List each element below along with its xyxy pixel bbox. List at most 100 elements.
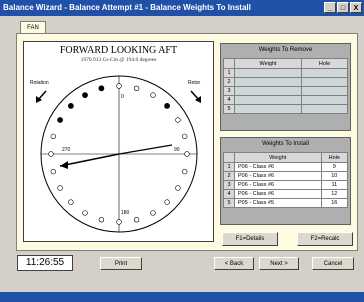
balance-hole [150, 210, 156, 216]
title-bar: Balance Wizard - Balance Attempt #1 - Ba… [0, 0, 364, 16]
hole-cell[interactable] [301, 77, 348, 87]
rotor-label: Rotor [188, 80, 201, 86]
row-index: 1 [223, 68, 235, 78]
row-index: 3 [223, 180, 235, 190]
row-index: 2 [223, 77, 235, 87]
hole-cell[interactable] [301, 104, 348, 114]
vector-line-left [59, 153, 120, 167]
hole-cell[interactable] [301, 95, 348, 105]
hole-cell[interactable]: 16 [320, 198, 349, 208]
column-header-index [223, 58, 235, 69]
balance-hole [133, 217, 140, 223]
row-index: 5 [223, 104, 235, 114]
weights-to-remove-title: Weights To Remove [258, 47, 313, 53]
table-row[interactable]: 2 P06 - Class #6 10 [223, 171, 349, 181]
column-header-hole: Hole [320, 152, 349, 163]
next-button[interactable]: Next > [259, 257, 299, 270]
print-button[interactable]: Print [100, 257, 142, 270]
weight-cell[interactable] [233, 68, 303, 78]
balance-hole [98, 217, 105, 223]
position-180: 180 [121, 210, 130, 216]
row-index: 1 [223, 162, 235, 172]
weight-cell[interactable]: P06 - Class #6 [234, 180, 322, 190]
window-title: Balance Wizard - Balance Attempt #1 - Ba… [3, 3, 251, 12]
table-row[interactable]: 1 P06 - Class #6 9 [223, 162, 349, 172]
taskbar-strip [0, 292, 364, 302]
table-row[interactable]: 3 [223, 86, 348, 96]
weight-cell[interactable]: P06 - Class #6 [234, 162, 322, 172]
installed-weight-hole [82, 92, 88, 98]
table-row[interactable]: 4 [223, 95, 348, 105]
row-index: 3 [223, 86, 235, 96]
hole-cell[interactable]: 11 [320, 180, 349, 190]
weight-cell[interactable] [233, 104, 303, 114]
balance-hole [116, 219, 122, 225]
minimize-button[interactable]: _ [324, 2, 336, 13]
table-row[interactable]: 5 P05 - Class #5 16 [223, 198, 349, 208]
recalc-button[interactable]: F2=Recalc [297, 232, 353, 246]
hole-cell[interactable] [301, 86, 348, 96]
clock-display: 11:26:55 [17, 255, 73, 271]
column-header-hole: Hole [301, 58, 348, 69]
hole-cell[interactable]: 10 [320, 171, 349, 181]
installed-weight-hole [57, 117, 63, 123]
balance-hole [150, 92, 156, 98]
position-270: 270 [62, 147, 71, 153]
balance-hole [164, 199, 170, 205]
weights-to-remove-table: Weight Hole 1 2 3 4 5 [223, 58, 348, 114]
row-index: 4 [223, 189, 235, 199]
column-header-index [223, 152, 235, 163]
balance-hole [175, 117, 181, 123]
balance-hole [175, 185, 181, 191]
weights-to-install-title: Weights To Install [262, 141, 309, 147]
row-index: 5 [223, 198, 235, 208]
window-controls: _ □ X [324, 2, 362, 14]
weight-cell[interactable]: P05 - Class #5 [234, 198, 322, 208]
balance-hole [116, 83, 122, 89]
back-button[interactable]: < Back [214, 257, 254, 270]
hole-cell[interactable]: 9 [320, 162, 349, 172]
weights-to-remove-group: Weights To Remove Weight Hole 1 2 3 4 5 [220, 43, 351, 131]
balance-hole [50, 168, 56, 175]
installed-weight-hole [98, 85, 105, 92]
column-header-weight: Weight [233, 58, 303, 69]
table-row[interactable]: 2 [223, 77, 348, 87]
hole-cell[interactable]: 12 [320, 189, 349, 199]
weights-to-install-table: Weight Hole 1 P06 - Class #6 9 2 P06 - Clas… [223, 152, 349, 208]
row-index: 2 [223, 171, 235, 181]
weight-cell[interactable]: P06 - Class #6 [234, 171, 322, 181]
balance-hole [182, 133, 188, 140]
details-button[interactable]: F1=Details [222, 232, 278, 246]
cancel-button[interactable]: Cancel [312, 257, 354, 270]
weights-to-install-group: Weights To Install Weight Hole 1 P06 - Cl… [220, 137, 351, 225]
table-row[interactable]: 4 P06 - Class #6 12 [223, 189, 349, 199]
installed-weight-hole [68, 103, 74, 109]
weight-cell[interactable] [233, 86, 303, 96]
table-row[interactable]: 1 [223, 68, 348, 78]
row-index: 4 [223, 95, 235, 105]
balance-hole [82, 210, 88, 216]
installed-weight-hole [164, 103, 170, 109]
position-0: 0 [121, 94, 124, 100]
weight-cell[interactable]: P06 - Class #6 [234, 189, 322, 199]
rotor-plot [36, 75, 201, 233]
weight-cell[interactable] [233, 77, 303, 87]
column-header-weight: Weight [234, 152, 322, 163]
hole-cell[interactable] [301, 68, 348, 78]
balance-hole [57, 185, 63, 191]
balance-hole [68, 199, 74, 205]
rotation-label: Rotation [30, 80, 49, 86]
balance-hole [48, 151, 54, 157]
balance-hole [50, 133, 56, 140]
balance-hole [184, 151, 190, 157]
balance-hole [182, 168, 188, 175]
weight-cell[interactable] [233, 95, 303, 105]
table-row[interactable]: 3 P06 - Class #6 11 [223, 180, 349, 190]
balance-hole [133, 85, 140, 91]
close-button[interactable]: X [350, 2, 362, 13]
vector-line-right [118, 144, 173, 155]
balance-diagram: FORWARD LOOKING AFT 1970.913 Gr-Cm @ 194… [23, 41, 214, 242]
position-90: 90 [174, 147, 180, 153]
table-row[interactable]: 5 [223, 104, 348, 114]
maximize-button[interactable]: □ [337, 2, 349, 13]
